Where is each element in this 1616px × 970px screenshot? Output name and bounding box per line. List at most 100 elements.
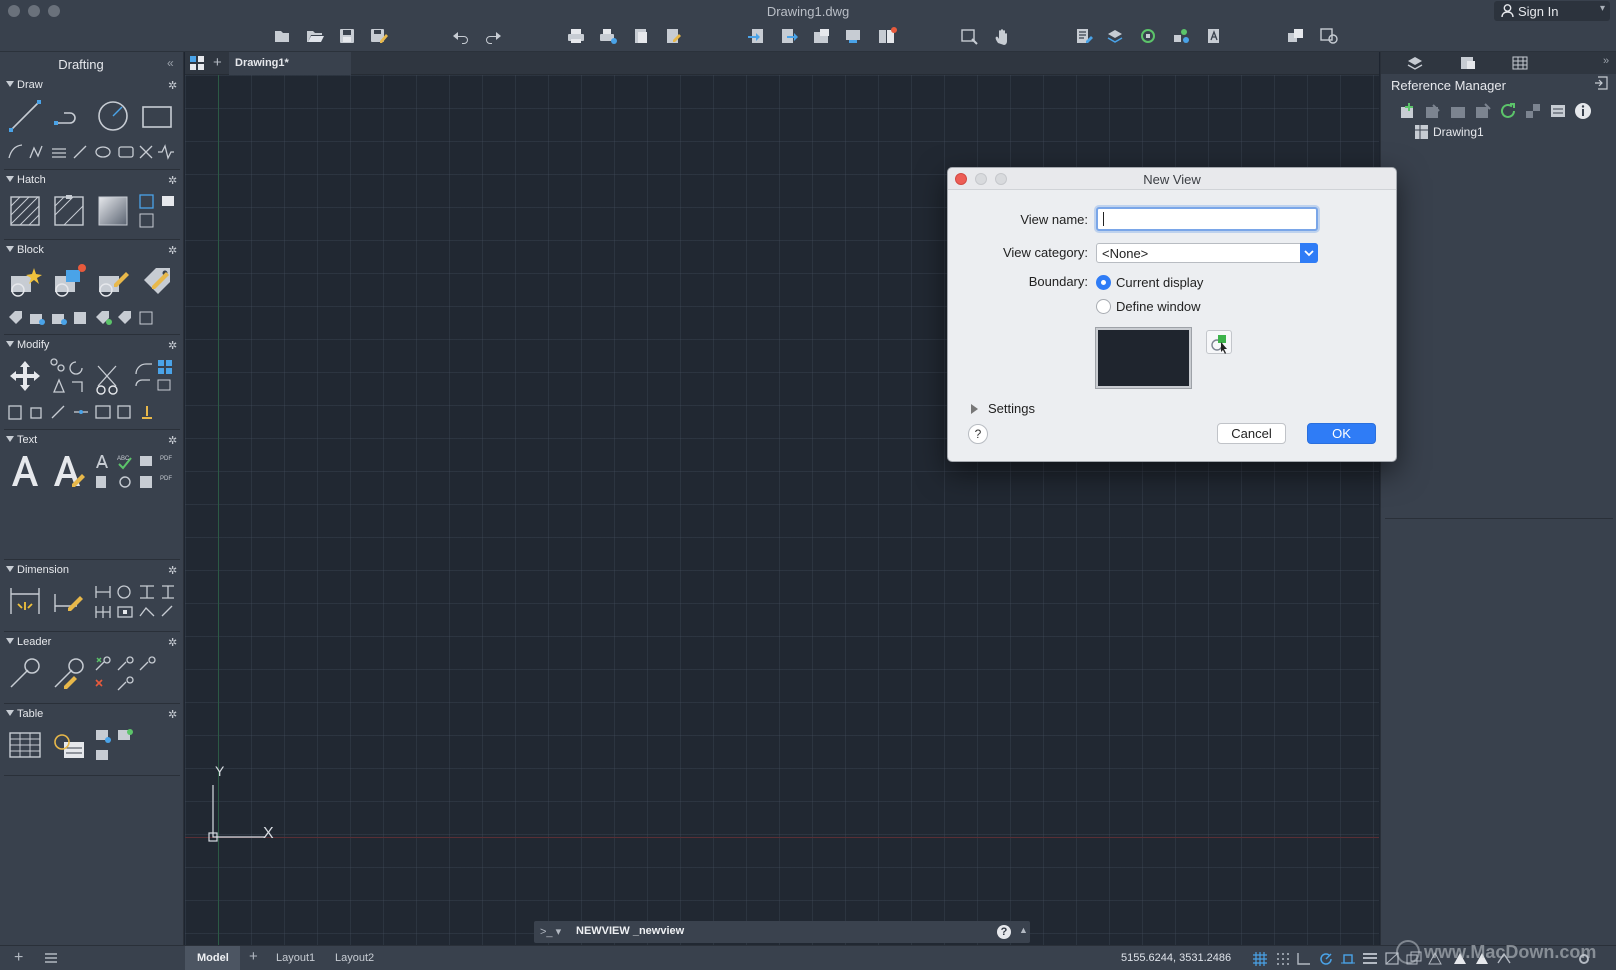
single-line-text-icon[interactable] [52, 452, 86, 490]
multileader-icon[interactable] [8, 656, 42, 690]
gradient-tool-icon[interactable] [52, 194, 86, 228]
osnap-toggle-icon[interactable] [1340, 951, 1356, 966]
render-icon[interactable] [1319, 27, 1339, 45]
sheet-set-icon[interactable] [1286, 27, 1306, 45]
gear-icon[interactable]: ✲ [168, 339, 177, 352]
section-dimension[interactable]: Dimension ✲ [0, 563, 184, 579]
add-layout-button[interactable]: + [249, 948, 258, 965]
gear-icon[interactable]: ✲ [168, 708, 177, 721]
settings-label[interactable]: Settings [988, 401, 1035, 416]
modify-secondary-tools[interactable] [6, 402, 156, 422]
open-reference-icon[interactable] [1549, 102, 1567, 120]
section-modify[interactable]: Modify ✲ [0, 338, 184, 354]
publish-icon[interactable] [663, 27, 683, 45]
gear-icon[interactable]: ✲ [168, 636, 177, 649]
tab-model[interactable]: Model [185, 946, 240, 970]
block-editor-icon[interactable] [1171, 27, 1191, 45]
view-name-input[interactable] [1096, 207, 1318, 231]
attach-icon[interactable] [812, 27, 832, 45]
panel-expand-icon[interactable]: » [1603, 55, 1609, 67]
batch-plot-icon[interactable] [598, 27, 618, 45]
polyline-tool-icon[interactable] [52, 99, 86, 133]
undo-icon[interactable] [451, 27, 471, 45]
table-panel-tab[interactable] [1511, 55, 1529, 71]
refresh-icon[interactable] [1499, 102, 1517, 120]
match-properties-icon[interactable] [1139, 27, 1159, 45]
zoom-window-icon[interactable] [959, 27, 979, 45]
redo-icon[interactable] [483, 27, 503, 45]
current-display-label[interactable]: Current display [1116, 275, 1203, 290]
import-icon[interactable] [747, 27, 767, 45]
create-block-icon[interactable] [8, 264, 42, 298]
layer-icon[interactable] [1106, 27, 1126, 45]
info-icon[interactable] [1574, 102, 1592, 120]
table-secondary-tools[interactable] [94, 726, 138, 766]
section-hatch[interactable]: Hatch ✲ [0, 173, 184, 189]
new-tab-button[interactable]: + [213, 54, 222, 71]
help-icon[interactable]: ? [997, 925, 1011, 939]
detach-panel-icon[interactable] [1594, 76, 1608, 90]
linear-dimension-icon[interactable] [52, 584, 86, 618]
radio-current-display[interactable] [1096, 275, 1111, 290]
open-folder-icon[interactable] [305, 27, 325, 45]
view-category-select[interactable]: <None> [1096, 243, 1318, 263]
plot-preview-icon[interactable] [631, 27, 651, 45]
command-prompt[interactable]: >_ ▾ [540, 925, 561, 938]
palette-collapse-icon[interactable]: « [167, 56, 174, 70]
leader-secondary-tools[interactable] [94, 654, 160, 694]
move-tool-icon[interactable] [8, 359, 42, 393]
grid-toggle-icon[interactable] [1252, 951, 1268, 966]
properties-panel-tab[interactable] [1459, 55, 1477, 71]
unload-reference-icon[interactable] [1474, 102, 1492, 120]
dimension-secondary-tools[interactable] [94, 582, 176, 622]
multiline-text-icon[interactable] [8, 452, 42, 490]
radio-define-window[interactable] [1096, 299, 1111, 314]
pan-icon[interactable] [992, 27, 1012, 45]
edit-block-icon[interactable] [96, 264, 130, 298]
modify-primary-tools[interactable] [48, 356, 178, 396]
tab-drawing1[interactable]: Drawing1* [229, 52, 351, 75]
detach-reference-icon[interactable] [1424, 102, 1442, 120]
save-as-icon[interactable] [369, 27, 389, 45]
markup-icon[interactable] [1204, 27, 1224, 45]
region-tools-icon[interactable] [138, 193, 178, 229]
tab-layout2[interactable]: Layout2 [335, 952, 374, 964]
snap-toggle-icon[interactable] [1275, 951, 1291, 966]
polar-toggle-icon[interactable] [1318, 951, 1334, 966]
boundary-tool-icon[interactable] [96, 194, 130, 228]
attach-reference-icon[interactable] [1399, 102, 1417, 120]
cancel-button[interactable]: Cancel [1217, 423, 1286, 444]
insert-block-icon[interactable] [52, 264, 86, 298]
define-attribute-icon[interactable] [140, 264, 174, 298]
block-secondary-tools[interactable] [6, 308, 156, 328]
text-secondary-tools[interactable]: ABC PDF PDF [94, 452, 176, 492]
section-leader[interactable]: Leader ✲ [0, 635, 184, 651]
gear-icon[interactable]: ✲ [168, 79, 177, 92]
section-block[interactable]: Block ✲ [0, 243, 184, 259]
reload-reference-icon[interactable] [1449, 102, 1467, 120]
save-icon[interactable] [337, 27, 357, 45]
xref-icon[interactable] [844, 27, 864, 45]
hatch-tool-icon[interactable] [8, 194, 42, 228]
command-line[interactable]: >_ ▾ NEWVIEW _newview ? ▲ [534, 921, 1030, 943]
draw-secondary-tools[interactable] [6, 142, 176, 162]
export-icon[interactable] [779, 27, 799, 45]
section-draw[interactable]: Draw ✲ [0, 78, 184, 94]
gear-icon[interactable]: ✲ [168, 434, 177, 447]
tab-layout1[interactable]: Layout1 [276, 952, 315, 964]
reference-manager-icon[interactable] [877, 27, 897, 45]
line-tool-icon[interactable] [8, 99, 42, 133]
chevron-down-icon[interactable] [1300, 243, 1318, 263]
table-tool-icon[interactable] [8, 728, 42, 762]
lineweight-toggle-icon[interactable] [1362, 951, 1378, 966]
bind-reference-icon[interactable] [1524, 102, 1542, 120]
define-window-pick-button[interactable] [1206, 330, 1232, 354]
ok-button[interactable]: OK [1307, 423, 1376, 444]
add-icon[interactable]: + [14, 949, 23, 967]
properties-icon[interactable] [1074, 27, 1094, 45]
menu-icon[interactable] [44, 952, 58, 964]
define-window-label[interactable]: Define window [1116, 299, 1201, 314]
edit-leader-icon[interactable] [52, 656, 86, 690]
settings-disclosure-icon[interactable] [971, 404, 978, 414]
dialog-help-button[interactable]: ? [968, 424, 988, 444]
